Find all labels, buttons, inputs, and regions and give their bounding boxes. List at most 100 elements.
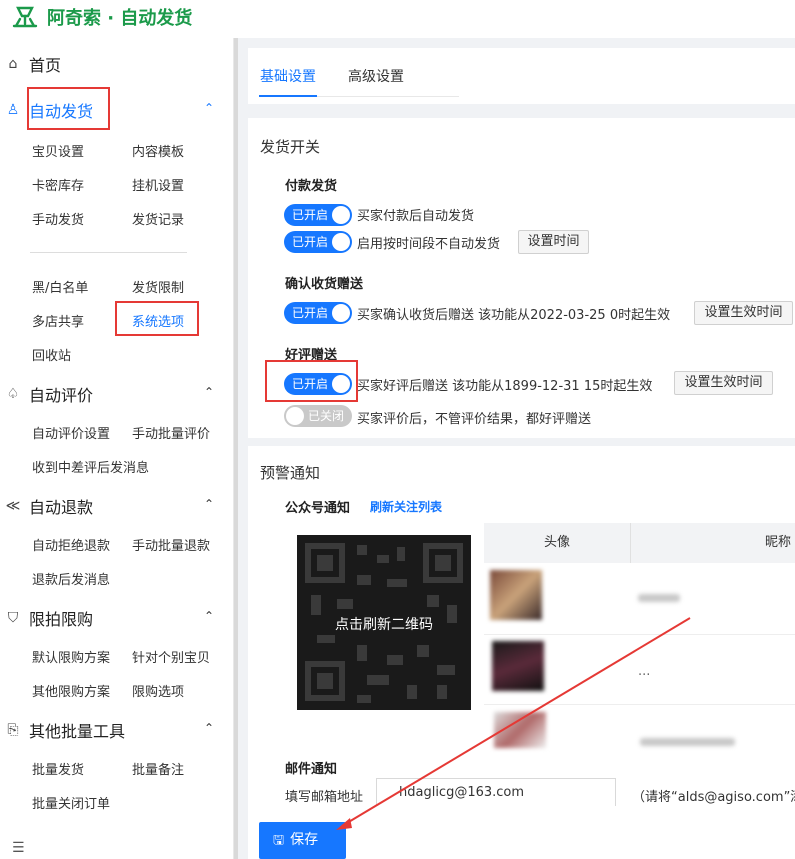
sidebar-item-manual-ship[interactable]: 手动发货 (32, 209, 84, 228)
sidebar-item-other-limit-plan[interactable]: 其他限购方案 (32, 681, 110, 700)
document-icon: ⎘ (7, 722, 19, 738)
sidebar-item-ship-records[interactable]: 发货记录 (132, 209, 184, 228)
save-icon: 🖫 (273, 833, 285, 848)
nav-auto-refund-label: 自动退款 (29, 498, 94, 517)
chevron-up-icon[interactable]: ⌃ (204, 101, 214, 115)
brand-title: 阿奇索 · 自动发货 (47, 8, 193, 29)
email-field[interactable]: hdaglicg@163.com (376, 778, 616, 808)
email-hint: （请将“alds@agiso.com”添加 (632, 790, 795, 805)
sidebar-item-content-template[interactable]: 内容模板 (132, 141, 184, 160)
annotation-box-auto-ship (27, 87, 110, 130)
toggle-knob (332, 206, 350, 224)
pay-ship-title: 付款发货 (285, 179, 338, 194)
toggle-knob (286, 407, 304, 425)
chevron-up-icon[interactable]: ⌃ (204, 385, 214, 399)
table-row (640, 738, 735, 746)
good-review-gift-desc: 买家好评后赠送 该功能从1899-12-31 15时起生效 (357, 379, 653, 394)
table-row: ... (638, 664, 651, 679)
rewind-icon: ≪ (5, 498, 21, 514)
qr-code[interactable]: 点击刷新二维码 (297, 535, 471, 710)
wechat-notify-label: 公众号通知 (285, 501, 351, 516)
sidebar-item-card-stock[interactable]: 卡密库存 (32, 175, 84, 194)
sidebar-item-refund-message[interactable]: 退款后发消息 (32, 569, 110, 588)
nav-limit-buy-label: 限拍限购 (29, 610, 94, 629)
sidebar-item-hangup-settings[interactable]: 挂机设置 (132, 175, 184, 194)
save-label: 保存 (290, 832, 319, 848)
email-notify-label: 邮件通知 (285, 762, 338, 777)
confirm-gift-desc: 买家确认收货后赠送 该功能从2022-03-25 0时起生效 (357, 308, 671, 323)
refresh-follow-list-link[interactable]: 刷新关注列表 (370, 498, 442, 515)
toggle-state: 已开启 (292, 306, 329, 320)
sidebar-item-specific-item[interactable]: 针对个别宝贝 (132, 647, 210, 666)
agiso-logo-icon (12, 6, 38, 28)
sidebar-item-baby-settings[interactable]: 宝贝设置 (32, 141, 84, 160)
nav-auto-refund[interactable]: ≪ 自动退款 (4, 494, 93, 518)
tab-active-indicator (259, 95, 317, 97)
confirm-gift-toggle[interactable]: 已开启 (284, 302, 352, 324)
sidebar-divider (30, 252, 187, 253)
any-review-gift-desc: 买家评价后，不管评价结果，都好评赠送 (357, 412, 592, 427)
sidebar-item-recycle-bin[interactable]: 回收站 (32, 345, 71, 364)
sidebar-scrollbar[interactable] (234, 38, 238, 859)
sidebar-item-bad-review-message[interactable]: 收到中差评后发消息 (32, 457, 149, 476)
alert-title: 预警通知 (260, 464, 321, 482)
nav-other-tools-label: 其他批量工具 (29, 722, 126, 741)
sidebar-item-manual-batch-refund[interactable]: 手动批量退款 (132, 535, 210, 554)
nav-auto-review[interactable]: ♤ 自动评价 (4, 382, 93, 406)
pay-ship-toggle[interactable]: 已开启 (284, 204, 352, 226)
toggle-state: 已关闭 (308, 409, 345, 423)
sidebar-item-batch-note[interactable]: 批量备注 (132, 759, 184, 778)
sidebar-item-batch-ship[interactable]: 批量发货 (32, 759, 84, 778)
time-window-toggle[interactable]: 已开启 (284, 231, 352, 253)
sidebar-item-auto-review-settings[interactable]: 自动评价设置 (32, 423, 110, 442)
chevron-up-icon[interactable]: ⌃ (204, 609, 214, 623)
toggle-knob (332, 233, 350, 251)
avatar (492, 641, 544, 691)
avatar (490, 570, 542, 620)
sidebar-item-blacklist[interactable]: 黑/白名单 (32, 277, 88, 296)
table-row (638, 594, 680, 602)
toggle-state: 已开启 (292, 235, 329, 249)
confirm-gift-title: 确认收货赠送 (285, 277, 364, 292)
pay-ship-desc: 买家付款后自动发货 (357, 209, 475, 224)
review-icon: ♤ (6, 386, 20, 402)
set-time-button[interactable]: 设置时间 (518, 230, 589, 254)
avatar (494, 712, 546, 748)
chevron-up-icon[interactable]: ⌃ (204, 497, 214, 511)
shield-icon: ⛉ (7, 610, 19, 626)
sidebar-item-auto-reject-refund[interactable]: 自动拒绝退款 (32, 535, 110, 554)
nav-home[interactable]: ⌂ 首页 (4, 52, 61, 76)
any-review-gift-toggle[interactable]: 已关闭 (284, 405, 352, 427)
home-icon: ⌂ (8, 56, 18, 72)
table-header-avatar: 头像 (484, 523, 630, 563)
sidebar-item-manual-batch-review[interactable]: 手动批量评价 (132, 423, 210, 442)
tab-advanced-settings[interactable]: 高级设置 (348, 66, 404, 86)
tab-basic-settings[interactable]: 基础设置 (260, 66, 316, 86)
nav-auto-review-label: 自动评价 (29, 386, 94, 405)
qr-refresh-text: 点击刷新二维码 (335, 617, 433, 633)
save-button[interactable]: 🖫 保存 (259, 822, 346, 859)
annotation-box-good-review-toggle (265, 360, 358, 402)
toggle-knob (332, 304, 350, 322)
collapse-menu-icon[interactable]: ☰ (12, 840, 25, 856)
sidebar-item-limit-options[interactable]: 限购选项 (132, 681, 184, 700)
nav-limit-buy[interactable]: ⛉ 限拍限购 (4, 606, 93, 630)
good-review-set-time-button[interactable]: 设置生效时间 (674, 371, 773, 395)
nav-home-label: 首页 (29, 56, 62, 75)
sidebar-item-ship-limit[interactable]: 发货限制 (132, 277, 184, 296)
toggle-state: 已开启 (292, 208, 329, 222)
nav-other-tools[interactable]: ⎘ 其他批量工具 (4, 718, 125, 742)
time-window-desc: 启用按时间段不自动发货 (357, 237, 501, 252)
sidebar-item-batch-close-order[interactable]: 批量关闭订单 (32, 793, 110, 812)
row-divider (484, 634, 795, 635)
app-header: 阿奇索 · 自动发货 (0, 0, 795, 38)
confirm-gift-set-time-button[interactable]: 设置生效时间 (694, 301, 793, 325)
chevron-up-icon[interactable]: ⌃ (204, 721, 214, 735)
sidebar-item-multi-shop[interactable]: 多店共享 (32, 311, 84, 330)
row-divider (484, 704, 795, 705)
sidebar-item-default-limit-plan[interactable]: 默认限购方案 (32, 647, 110, 666)
table-header-nickname: 昵称 (630, 523, 795, 563)
agiso-icon: ♙ (6, 102, 20, 118)
email-field-label: 填写邮箱地址 (285, 790, 364, 805)
ship-switch-title: 发货开关 (260, 138, 321, 156)
